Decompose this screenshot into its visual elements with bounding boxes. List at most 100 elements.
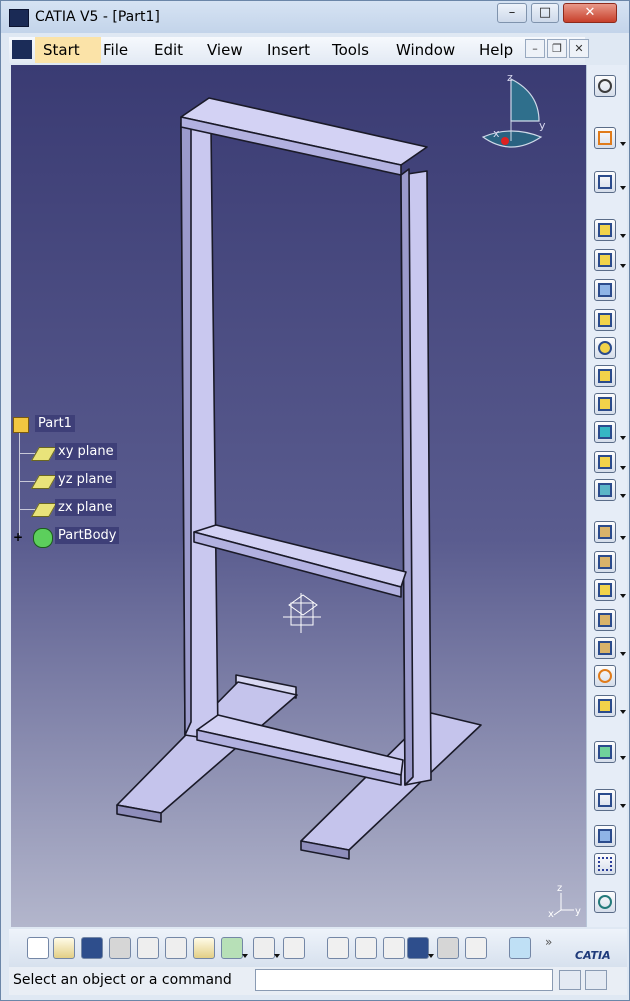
pocket-tool[interactable] — [594, 249, 626, 271]
middle-beam-top — [193, 524, 407, 588]
gear-icon — [33, 528, 53, 548]
chevron-down-icon — [620, 536, 626, 540]
gear-tool[interactable] — [594, 75, 616, 97]
minimize-icon: – — [532, 42, 538, 55]
chamfer-tool[interactable] — [594, 551, 616, 573]
menu-file[interactable]: File — [103, 41, 128, 59]
close-button[interactable]: ✕ — [563, 3, 617, 23]
chevron-down-icon — [620, 186, 626, 190]
menu-window[interactable]: Window — [396, 41, 455, 59]
pad-tool[interactable] — [594, 219, 626, 241]
thread-tool[interactable] — [594, 665, 616, 687]
doc-close-button[interactable]: ✕ — [569, 39, 589, 58]
sketcher-tool[interactable] — [594, 171, 626, 193]
fly-mode-button[interactable] — [509, 937, 531, 959]
open-button[interactable] — [53, 937, 75, 959]
command-option-button-2[interactable] — [585, 970, 607, 990]
paste-button[interactable] — [193, 937, 215, 959]
shaft-tool[interactable] — [594, 279, 616, 301]
chevron-down-icon — [620, 594, 626, 598]
gear-icon — [598, 79, 612, 93]
cursor-icon — [598, 131, 612, 145]
title-bar: CATIA V5 - [Part1] – □ ✕ — [1, 1, 629, 33]
menu-insert[interactable]: Insert — [267, 41, 310, 59]
solid-combine-tool[interactable] — [594, 421, 626, 443]
thickness-tool[interactable] — [594, 637, 626, 659]
parameters-button[interactable] — [465, 937, 487, 959]
slot-tool[interactable] — [594, 393, 616, 415]
boolean-tool[interactable] — [594, 789, 626, 811]
chevron-down-icon — [620, 756, 626, 760]
tree-item-yz-plane[interactable]: yz plane — [55, 471, 116, 488]
copy-button[interactable] — [165, 937, 187, 959]
compass-z-label: z — [507, 71, 513, 84]
mini-axis-y-label: y — [575, 906, 581, 917]
catia-logo-icon[interactable] — [12, 40, 32, 59]
close-icon: ✕ — [574, 42, 584, 55]
3d-viewport[interactable]: z y x z x y Part1 xy plane yz plane zx p… — [11, 65, 586, 927]
knowledge-button[interactable] — [383, 937, 405, 959]
table-button[interactable] — [407, 937, 434, 959]
multi-section-icon — [598, 455, 612, 469]
fit-all-icon — [598, 895, 612, 909]
shell-icon — [598, 613, 612, 627]
fit-all-tool[interactable] — [594, 891, 616, 913]
undo-button[interactable] — [221, 937, 248, 959]
formula-button[interactable] — [327, 937, 349, 959]
print-button[interactable] — [109, 937, 131, 959]
measure-tool[interactable] — [594, 825, 616, 847]
doc-restore-button[interactable]: ❐ — [547, 39, 567, 58]
compass-icon: z y x — [481, 71, 546, 148]
transformation-tool[interactable] — [594, 741, 626, 763]
toolbar-overflow-icon[interactable]: » — [545, 935, 552, 949]
maximize-button[interactable]: □ — [531, 3, 559, 23]
tree-item-partbody[interactable]: PartBody — [55, 527, 120, 544]
part-icon — [13, 417, 29, 433]
new-button[interactable] — [27, 937, 49, 959]
draft-icon — [598, 583, 612, 597]
removed-section-icon — [598, 483, 612, 497]
chevron-down-icon — [620, 494, 626, 498]
pattern-icon — [598, 857, 612, 871]
menu-tools[interactable]: Tools — [332, 41, 369, 59]
chevron-down-icon — [620, 804, 626, 808]
slot-icon — [598, 397, 612, 411]
menu-view[interactable]: View — [207, 41, 243, 59]
redo-button[interactable] — [253, 937, 280, 959]
tree-connector — [19, 453, 35, 454]
chevron-down-icon — [428, 954, 434, 958]
shell-tool[interactable] — [594, 609, 616, 631]
tree-item-xy-plane[interactable]: xy plane — [55, 443, 117, 460]
comment-button[interactable] — [355, 937, 377, 959]
menu-edit[interactable]: Edit — [154, 41, 183, 59]
cut-button[interactable] — [137, 937, 159, 959]
whats-this-button[interactable] — [283, 937, 305, 959]
status-prompt: Select an object or a command — [13, 972, 232, 988]
mini-axis-x-label: x — [548, 909, 554, 920]
select-tool[interactable] — [594, 127, 626, 149]
doc-minimize-button[interactable]: – — [525, 39, 545, 58]
edge-fillet-tool[interactable] — [594, 521, 626, 543]
menu-start[interactable]: Start — [35, 37, 101, 63]
left-post-side — [180, 116, 192, 736]
draft-tool[interactable] — [594, 579, 626, 601]
groove-tool[interactable] — [594, 309, 616, 331]
pattern-tool[interactable] — [594, 853, 616, 875]
tree-item-zx-plane[interactable]: zx plane — [55, 499, 116, 516]
mini-axis-icon: z x y — [548, 883, 581, 920]
removed-section-tool[interactable] — [594, 479, 626, 501]
menu-help[interactable]: Help — [479, 41, 513, 59]
command-input[interactable] — [255, 969, 553, 991]
minimize-button[interactable]: – — [497, 3, 527, 23]
save-button[interactable] — [81, 937, 103, 959]
multi-section-tool[interactable] — [594, 451, 626, 473]
rib-tool[interactable] — [594, 365, 616, 387]
thickness-icon — [598, 641, 612, 655]
command-option-button[interactable] — [559, 970, 581, 990]
lock-button[interactable] — [437, 937, 459, 959]
expand-plus-icon[interactable]: + — [13, 531, 23, 543]
minimize-icon: – — [508, 5, 516, 20]
remove-face-tool[interactable] — [594, 695, 626, 717]
tree-item-part1[interactable]: Part1 — [35, 415, 75, 432]
hole-tool[interactable] — [594, 337, 616, 359]
